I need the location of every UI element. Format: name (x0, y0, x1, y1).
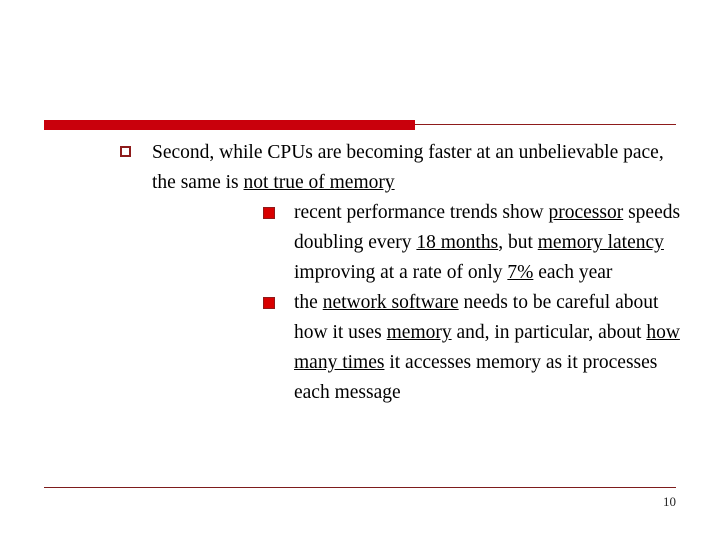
text-run: improving at a rate of only (294, 262, 508, 283)
text-run: , but (498, 232, 538, 253)
text-run-underlined: network software (322, 292, 459, 313)
bullet-text: the network software needs to be careful… (294, 292, 680, 403)
text-run: each year (533, 262, 613, 283)
bullet-text: Second, while CPUs are becoming faster a… (152, 142, 664, 193)
text-run-underlined: 18 months (416, 232, 499, 253)
bullet-list-level2: recent performance trends show processor… (152, 198, 684, 408)
bullet-item-level2: recent performance trends show processor… (152, 198, 684, 288)
filled-square-bullet-icon (263, 207, 275, 219)
text-run: and, in particular, about (451, 322, 647, 343)
header-accent-bar (44, 120, 415, 130)
bullet-item-level1: Second, while CPUs are becoming faster a… (44, 138, 684, 408)
hollow-square-bullet-icon (120, 146, 131, 157)
text-run: the (294, 292, 323, 313)
text-run-underlined: memory (386, 322, 452, 343)
text-run: recent performance trends show (294, 202, 549, 223)
slide-number: 10 (663, 494, 676, 509)
slide-canvas: Second, while CPUs are becoming faster a… (0, 0, 720, 540)
footer-divider (44, 487, 676, 488)
text-run: Second, while CPUs are becoming faster a… (152, 142, 664, 193)
bullet-item-level2: the network software needs to be careful… (152, 288, 684, 408)
filled-square-bullet-icon (263, 297, 275, 309)
text-run-underlined: 7% (507, 262, 534, 283)
slide-body: Second, while CPUs are becoming faster a… (44, 138, 684, 408)
bullet-text: recent performance trends show processor… (294, 202, 680, 283)
text-run-underlined: processor (548, 202, 624, 223)
bullet-list-level1: Second, while CPUs are becoming faster a… (44, 138, 684, 408)
header-divider (44, 120, 676, 130)
text-run-underlined: memory latency (537, 232, 664, 253)
text-run-underlined: not true of memory (243, 172, 395, 193)
